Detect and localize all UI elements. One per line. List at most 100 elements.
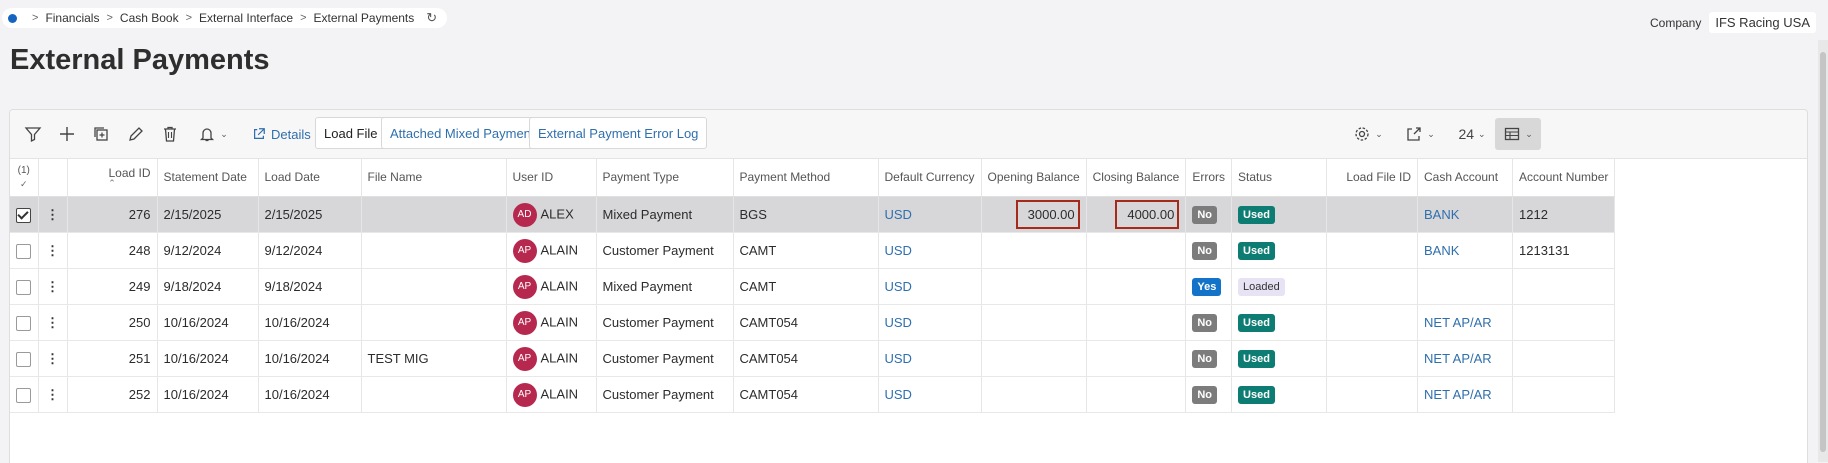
grid-body: ⋮ 276 2/15/2025 2/15/2025 AD ALEX Mixed P…: [10, 196, 1616, 413]
table-view-toggle[interactable]: ⌄: [1495, 118, 1541, 150]
column-header-load-id[interactable]: Load ID ⌃: [67, 158, 158, 197]
cash-account-link[interactable]: NET AP/AR: [1424, 351, 1492, 366]
cell-default-currency: USD: [878, 376, 982, 413]
chevron-right-icon: >: [185, 12, 193, 24]
column-header-account-number[interactable]: Account Number: [1512, 158, 1616, 197]
duplicate-icon[interactable]: [90, 118, 112, 150]
column-header-load-date[interactable]: Load Date: [258, 158, 362, 197]
column-header-user-id[interactable]: User ID: [506, 158, 597, 197]
row-menu-kebab-icon[interactable]: ⋮: [38, 196, 68, 233]
user-id-text: ALEX: [540, 205, 574, 221]
user-id-text: ALAIN: [540, 277, 579, 293]
error-log-button[interactable]: External Payment Error Log: [529, 117, 708, 149]
row-select-cell[interactable]: [10, 232, 39, 269]
column-header-status[interactable]: Status: [1231, 158, 1328, 197]
row-menu-kebab-icon[interactable]: ⋮: [38, 340, 68, 377]
attached-mixed-payment-button[interactable]: Attached Mixed Payment: [381, 117, 544, 149]
cell-errors: Yes: [1185, 268, 1233, 305]
details-button[interactable]: Details: [252, 118, 311, 150]
currency-link[interactable]: USD: [885, 243, 912, 258]
status-badge: Used: [1238, 313, 1275, 332]
refresh-icon[interactable]: ↻: [426, 10, 437, 26]
table-row[interactable]: ⋮ 249 9/18/2024 9/18/2024 AP ALAIN Mixed …: [10, 268, 1616, 305]
column-header-payment-type[interactable]: Payment Type: [596, 158, 734, 197]
avatar[interactable]: AP: [512, 238, 537, 263]
cell-default-currency: USD: [878, 268, 982, 305]
row-select-cell[interactable]: [10, 304, 39, 341]
cell-opening-balance: [981, 232, 1087, 269]
cash-account-link[interactable]: NET AP/AR: [1424, 315, 1492, 330]
row-checkbox[interactable]: [16, 279, 32, 295]
column-header-load-file-id[interactable]: Load File ID: [1326, 158, 1419, 197]
vertical-scrollbar[interactable]: [1818, 40, 1828, 462]
home-icon[interactable]: [8, 13, 17, 23]
row-select-cell[interactable]: [10, 268, 39, 305]
filter-icon[interactable]: [22, 118, 44, 150]
row-select-cell[interactable]: [10, 340, 39, 377]
notification-bell-icon[interactable]: ⌄: [194, 118, 232, 150]
row-menu-kebab-icon[interactable]: ⋮: [38, 268, 68, 305]
row-select-cell[interactable]: [10, 376, 39, 413]
add-icon[interactable]: [56, 118, 78, 150]
row-checkbox[interactable]: [16, 243, 32, 259]
currency-link[interactable]: USD: [885, 315, 912, 330]
export-icon[interactable]: ⌄: [1400, 118, 1440, 150]
row-select-cell[interactable]: [10, 196, 39, 233]
breadcrumb-item[interactable]: Financials: [45, 11, 99, 25]
page-title: External Payments: [10, 44, 270, 76]
row-menu-kebab-icon[interactable]: ⋮: [38, 232, 68, 269]
edit-icon[interactable]: [125, 118, 147, 150]
avatar[interactable]: AP: [512, 382, 537, 407]
table-row[interactable]: ⋮ 250 10/16/2024 10/16/2024 AP ALAIN Cust…: [10, 304, 1616, 341]
currency-link[interactable]: USD: [885, 279, 912, 294]
currency-link[interactable]: USD: [885, 387, 912, 402]
cell-load-file-id: [1326, 268, 1419, 305]
table-row[interactable]: ⋮ 248 9/12/2024 9/12/2024 AP ALAIN Custom…: [10, 232, 1616, 269]
avatar[interactable]: AP: [512, 310, 537, 335]
cell-status: Used: [1231, 376, 1328, 413]
settings-gear-icon[interactable]: ⌄: [1348, 118, 1388, 150]
cell-cash-account: [1417, 268, 1514, 305]
avatar[interactable]: AP: [512, 346, 537, 371]
cell-file-name: [361, 376, 507, 413]
currency-link[interactable]: USD: [885, 207, 912, 222]
column-header-opening-balance[interactable]: Opening Balance: [981, 158, 1087, 197]
cash-account-link[interactable]: BANK: [1424, 207, 1459, 222]
currency-link[interactable]: USD: [885, 351, 912, 366]
row-checkbox[interactable]: [16, 315, 32, 331]
cell-load-date: 9/12/2024: [258, 232, 362, 269]
header-row: (1) ✓ Load ID ⌃ Statement Date Load Date …: [10, 158, 1616, 197]
cash-account-link[interactable]: NET AP/AR: [1424, 387, 1492, 402]
page-size-select[interactable]: 24 ⌄: [1452, 118, 1492, 150]
breadcrumb-item[interactable]: Cash Book: [120, 11, 179, 25]
load-file-button[interactable]: Load File: [315, 117, 387, 149]
column-header-file-name[interactable]: File Name: [361, 158, 507, 197]
table-row[interactable]: ⋮ 276 2/15/2025 2/15/2025 AD ALEX Mixed P…: [10, 196, 1616, 233]
chevron-right-icon: >: [106, 12, 113, 24]
status-badge: Used: [1238, 205, 1275, 224]
column-header-statement-date[interactable]: Statement Date: [157, 158, 259, 197]
cash-account-link[interactable]: BANK: [1424, 243, 1459, 258]
table-row[interactable]: ⋮ 251 10/16/2024 10/16/2024 TEST MIG AP A…: [10, 340, 1616, 377]
column-header-closing-balance[interactable]: Closing Balance: [1086, 158, 1187, 197]
table-row[interactable]: ⋮ 252 10/16/2024 10/16/2024 AP ALAIN Cust…: [10, 376, 1616, 413]
column-header-payment-method[interactable]: Payment Method: [733, 158, 879, 197]
delete-icon[interactable]: [159, 118, 181, 150]
cell-default-currency: USD: [878, 196, 982, 233]
row-checkbox[interactable]: [16, 387, 32, 403]
column-header-default-currency[interactable]: Default Currency: [878, 158, 982, 197]
avatar[interactable]: AD: [512, 202, 537, 227]
row-menu-kebab-icon[interactable]: ⋮: [38, 376, 68, 413]
cell-file-name: [361, 304, 507, 341]
column-header-cash-account[interactable]: Cash Account: [1417, 158, 1514, 197]
scrollbar-thumb[interactable]: [1820, 52, 1826, 452]
select-all-header[interactable]: (1) ✓: [10, 158, 39, 197]
row-menu-kebab-icon[interactable]: ⋮: [38, 304, 68, 341]
breadcrumb-item[interactable]: External Interface: [199, 11, 293, 25]
checkmark-icon: ✓: [19, 178, 28, 189]
company-value[interactable]: IFS Racing USA: [1709, 12, 1816, 33]
avatar[interactable]: AP: [512, 274, 537, 299]
row-checkbox[interactable]: [16, 351, 32, 367]
row-checkbox[interactable]: [16, 207, 32, 223]
column-header-errors[interactable]: Errors: [1185, 158, 1233, 197]
